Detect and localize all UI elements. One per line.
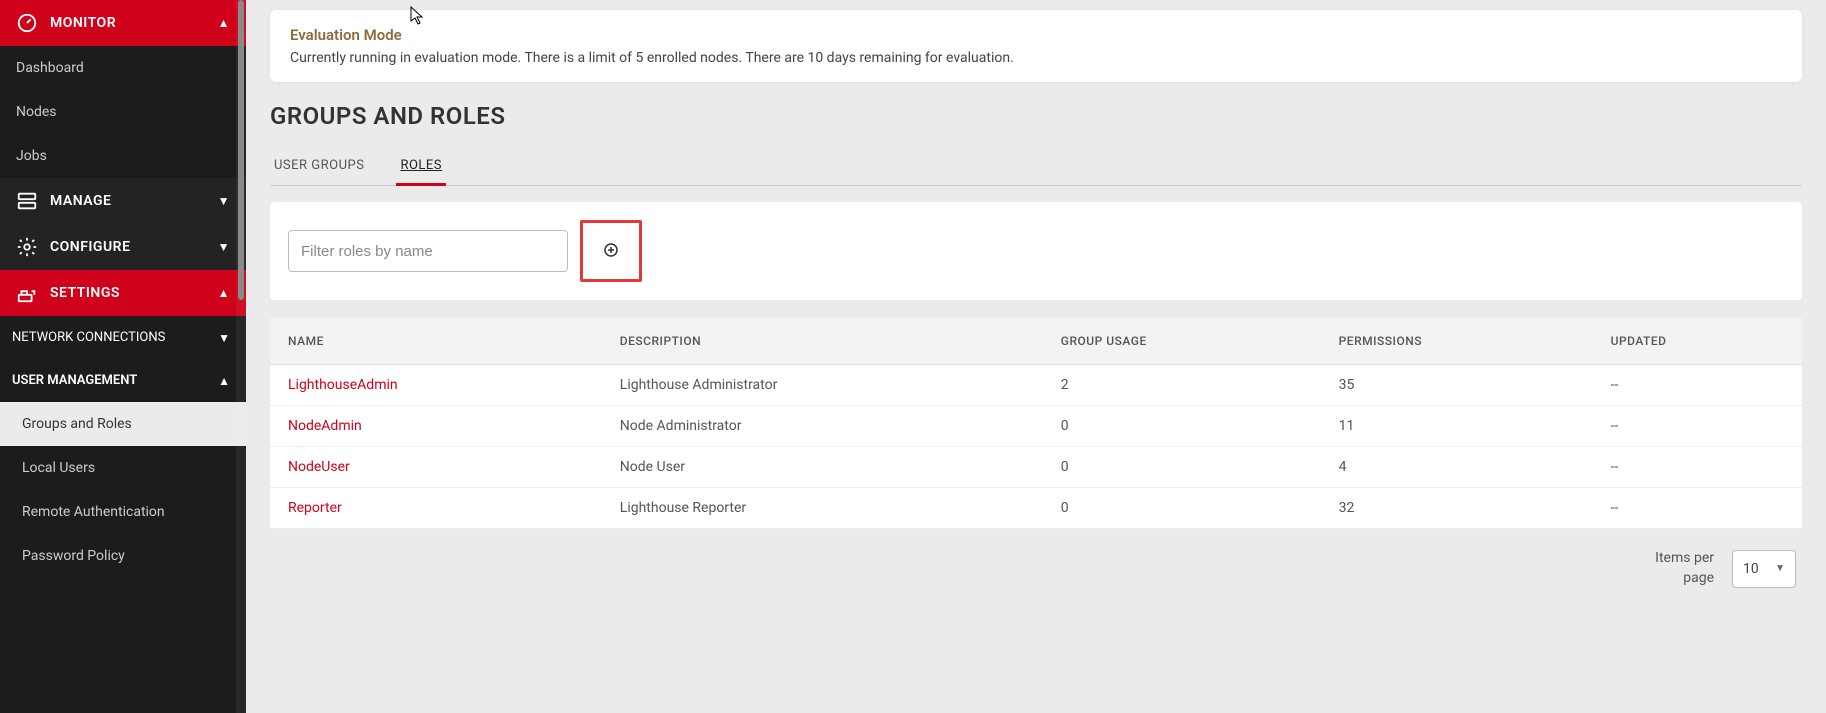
chevron-down-icon: ▼ (218, 240, 230, 254)
roles-table: NAME DESCRIPTION GROUP USAGE PERMISSIONS… (270, 318, 1802, 529)
col-group-usage: GROUP USAGE (1043, 318, 1321, 365)
role-permissions: 11 (1321, 406, 1593, 447)
table-row: NodeUser Node User 0 4 -- (270, 447, 1802, 488)
main-content: Evaluation Mode Currently running in eva… (246, 0, 1826, 713)
nav-item-dashboard[interactable]: Dashboard (0, 46, 246, 90)
role-permissions: 32 (1321, 488, 1593, 529)
page-title: GROUPS AND ROLES (270, 102, 1802, 130)
nav-subsection-usermgmt[interactable]: USER MANAGEMENT ▲ (0, 359, 246, 402)
role-group-usage: 0 (1043, 488, 1321, 529)
nav-section-label: SETTINGS (50, 285, 120, 301)
nav-section-monitor[interactable]: MONITOR ▲ (0, 0, 246, 46)
tab-roles[interactable]: ROLES (396, 148, 446, 186)
pager: Items perpage 10 ▼ (270, 529, 1802, 618)
tabs: USER GROUPS ROLES (270, 148, 1802, 186)
col-permissions: PERMISSIONS (1321, 318, 1593, 365)
nav-subitem-groups-roles[interactable]: Groups and Roles (0, 402, 246, 446)
chevron-up-icon: ▲ (218, 286, 230, 300)
filter-input[interactable] (288, 230, 568, 272)
role-updated: -- (1593, 365, 1802, 406)
tab-user-groups[interactable]: USER GROUPS (270, 148, 368, 186)
col-description: DESCRIPTION (602, 318, 1043, 365)
role-link[interactable]: LighthouseAdmin (270, 365, 602, 406)
gear-icon (16, 236, 38, 258)
role-link[interactable]: NodeAdmin (270, 406, 602, 447)
pager-value: 10 (1743, 561, 1759, 577)
chevron-down-icon: ▼ (218, 331, 230, 345)
chevron-up-icon: ▲ (218, 374, 230, 388)
nav-section-label: MANAGE (50, 193, 111, 209)
role-group-usage: 0 (1043, 447, 1321, 488)
col-name: NAME (270, 318, 602, 365)
role-permissions: 4 (1321, 447, 1593, 488)
role-description: Node User (602, 447, 1043, 488)
nav-section-manage[interactable]: MANAGE ▼ (0, 178, 246, 224)
role-description: Node Administrator (602, 406, 1043, 447)
chevron-up-icon: ▲ (218, 16, 230, 30)
plus-circle-icon (602, 241, 620, 262)
table-row: Reporter Lighthouse Reporter 0 32 -- (270, 488, 1802, 529)
nav-section-configure[interactable]: CONFIGURE ▼ (0, 224, 246, 270)
nav-subsection-label: NETWORK CONNECTIONS (12, 330, 165, 345)
role-description: Lighthouse Reporter (602, 488, 1043, 529)
table-row: NodeAdmin Node Administrator 0 11 -- (270, 406, 1802, 447)
nav-section-label: MONITOR (50, 15, 116, 31)
role-description: Lighthouse Administrator (602, 365, 1043, 406)
role-link[interactable]: Reporter (270, 488, 602, 529)
nav-subitem-remote-auth[interactable]: Remote Authentication (0, 490, 246, 534)
notice-title: Evaluation Mode (290, 26, 1782, 44)
nav-item-nodes[interactable]: Nodes (0, 90, 246, 134)
nav-section-label: CONFIGURE (50, 239, 130, 255)
role-group-usage: 0 (1043, 406, 1321, 447)
pager-label: Items perpage (1655, 549, 1714, 588)
server-icon (16, 190, 38, 212)
gauge-icon (16, 12, 38, 34)
role-link[interactable]: NodeUser (270, 447, 602, 488)
evaluation-notice: Evaluation Mode Currently running in eva… (270, 10, 1802, 82)
nav-subitem-password-policy[interactable]: Password Policy (0, 534, 246, 578)
notice-body: Currently running in evaluation mode. Th… (290, 50, 1782, 66)
sidebar-scrollbar[interactable] (236, 0, 246, 713)
add-role-button[interactable] (580, 220, 642, 282)
table-row: LighthouseAdmin Lighthouse Administrator… (270, 365, 1802, 406)
nav-subsection-label: USER MANAGEMENT (12, 373, 137, 388)
role-updated: -- (1593, 406, 1802, 447)
col-updated: UPDATED (1593, 318, 1802, 365)
sidebar: MONITOR ▲ Dashboard Nodes Jobs MANAGE ▼ … (0, 0, 246, 713)
chevron-down-icon: ▼ (218, 194, 230, 208)
role-group-usage: 2 (1043, 365, 1321, 406)
nav-subitem-local-users[interactable]: Local Users (0, 446, 246, 490)
role-updated: -- (1593, 488, 1802, 529)
table-header-row: NAME DESCRIPTION GROUP USAGE PERMISSIONS… (270, 318, 1802, 365)
nav-item-jobs[interactable]: Jobs (0, 134, 246, 178)
nav-subsection-network[interactable]: NETWORK CONNECTIONS ▼ (0, 316, 246, 359)
filter-bar (270, 202, 1802, 300)
role-permissions: 35 (1321, 365, 1593, 406)
nav-section-settings[interactable]: SETTINGS ▲ (0, 270, 246, 316)
pager-select[interactable]: 10 ▼ (1732, 550, 1796, 588)
settings-icon (16, 282, 38, 304)
caret-down-icon: ▼ (1775, 563, 1785, 574)
role-updated: -- (1593, 447, 1802, 488)
sidebar-scrollbar-thumb[interactable] (238, 0, 244, 300)
